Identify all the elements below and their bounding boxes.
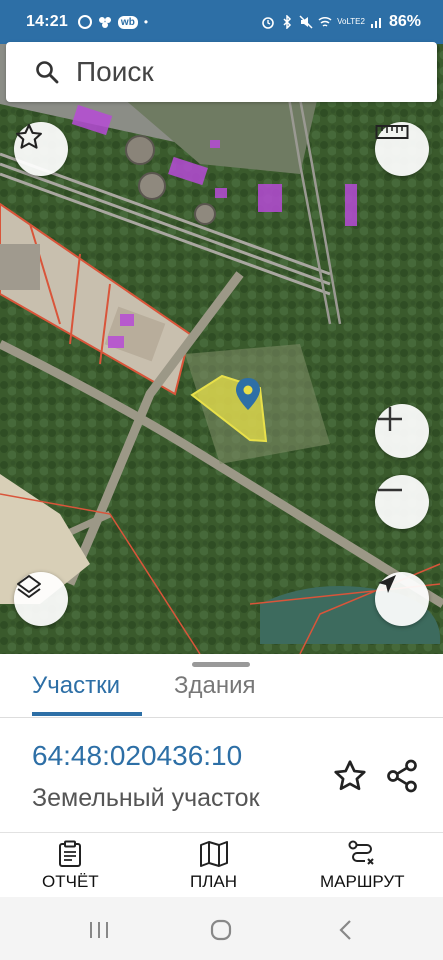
parcel-type-label: Земельный участок: [32, 784, 260, 812]
system-navigation-bar: [0, 897, 443, 960]
zoom-in-button[interactable]: [375, 404, 429, 458]
my-location-button[interactable]: [375, 572, 429, 626]
ruler-icon: [375, 125, 409, 139]
building-overlay: [345, 184, 357, 226]
mute-icon: [299, 15, 313, 29]
back-button[interactable]: [331, 915, 361, 945]
action-bar: ОТЧЁТ ПЛАН МАРШРУТ: [0, 836, 443, 896]
info-bottom-sheet: Участки Здания 64:48:020436:10 Земельный…: [0, 654, 443, 897]
report-button[interactable]: ОТЧЁТ: [42, 840, 99, 892]
ruler-button[interactable]: [375, 122, 429, 176]
wb-notification-badge: wb: [117, 15, 138, 29]
star-icon[interactable]: [332, 758, 368, 794]
layers-icon: [17, 575, 41, 598]
signal-icon: [370, 18, 381, 28]
building-overlay: [258, 184, 282, 212]
route-label: МАРШРУТ: [320, 872, 405, 891]
sheet-drag-handle[interactable]: [192, 662, 250, 667]
back-icon: [339, 920, 351, 940]
plus-icon: [378, 407, 402, 431]
plan-label: ПЛАН: [190, 872, 237, 891]
map-icon: [199, 841, 228, 867]
alarm-icon: [262, 17, 274, 29]
route-button[interactable]: МАРШРУТ: [320, 840, 405, 892]
active-tab-indicator: [32, 712, 142, 716]
wifi-icon: [318, 16, 332, 27]
search-input[interactable]: [76, 56, 437, 88]
zoom-out-button[interactable]: [375, 475, 429, 529]
layers-button[interactable]: [14, 572, 68, 626]
app-notification-icon: [98, 17, 111, 28]
favorites-button[interactable]: [14, 122, 68, 176]
storage-tank: [125, 135, 155, 165]
chat-notification-icon: [77, 15, 92, 29]
storage-tank: [194, 203, 216, 225]
storage-tank: [138, 172, 166, 200]
cadastral-number-link[interactable]: 64:48:020436:10: [32, 740, 242, 772]
status-bar: 14:21 wb • VoLTE2 86%: [0, 0, 443, 44]
building-overlay: [210, 140, 220, 148]
divider: [0, 832, 443, 833]
minus-icon: [378, 488, 402, 492]
search-icon[interactable]: [34, 57, 60, 87]
tab-buildings[interactable]: Здания: [174, 672, 256, 700]
network-indicator: VoLTE2: [337, 17, 365, 26]
plan-button[interactable]: ПЛАН: [190, 840, 237, 892]
star-icon: [16, 124, 42, 149]
tab-parcels[interactable]: Участки: [32, 672, 120, 700]
navigation-arrow-icon: [378, 575, 396, 593]
building-overlay: [120, 314, 134, 326]
warehouse-roof: [0, 244, 40, 290]
tab-bar: Участки Здания: [0, 668, 443, 718]
report-label: ОТЧЁТ: [42, 872, 99, 891]
route-icon: [348, 840, 374, 865]
satellite-map[interactable]: [0, 44, 443, 654]
home-button[interactable]: [206, 915, 236, 945]
share-icon[interactable]: [384, 758, 420, 794]
search-bar: [6, 42, 437, 102]
recent-apps-button[interactable]: [84, 915, 114, 945]
status-time: 14:21: [26, 13, 68, 30]
clipboard-icon: [59, 840, 82, 867]
recents-icon: [90, 922, 108, 938]
more-notifications-dot: •: [143, 15, 149, 29]
status-right: VoLTE2 86%: [261, 13, 421, 31]
building-overlay: [108, 336, 124, 348]
battery-level: 86%: [388, 13, 421, 30]
home-icon: [210, 919, 232, 941]
status-left: 14:21 wb •: [26, 13, 148, 31]
building-overlay: [215, 188, 227, 198]
bluetooth-icon: [283, 15, 292, 29]
